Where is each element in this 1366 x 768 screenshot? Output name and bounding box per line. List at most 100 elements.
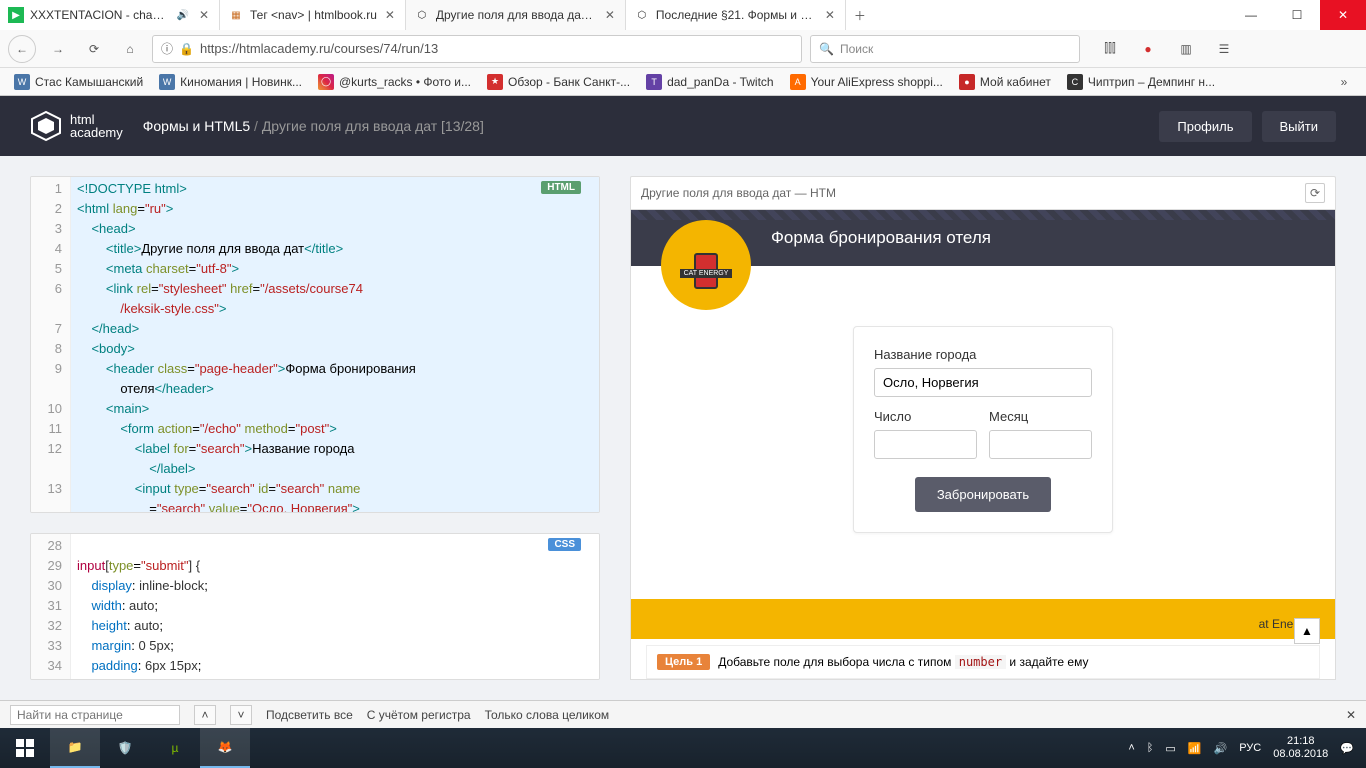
url-input[interactable]: [200, 41, 793, 56]
start-button[interactable]: [0, 728, 50, 768]
volume-icon[interactable]: 🔊: [1214, 742, 1228, 755]
bookmark-item[interactable]: ●Мой кабинет: [953, 71, 1057, 93]
refresh-icon[interactable]: ⟳: [1305, 183, 1325, 203]
browser-tab[interactable]: ▶ XXXTENTACION - changes 🔊 ✕: [0, 0, 220, 30]
language-indicator[interactable]: РУС: [1239, 742, 1261, 754]
city-label: Название города: [874, 347, 1092, 362]
bookmark-item[interactable]: WКиномания | Новинк...: [153, 71, 308, 93]
bookmark-label: Your AliExpress shoppi...: [811, 75, 943, 89]
firefox-icon[interactable]: 🦊: [200, 728, 250, 768]
close-icon[interactable]: ✕: [823, 8, 837, 22]
code-content[interactable]: <!DOCTYPE html> <html lang="ru"> <head> …: [71, 177, 599, 512]
preview-form-header: Форма бронирования отеля CAT ENERGY: [631, 210, 1335, 266]
find-bar: ˄ ˅ Подсветить все С учётом регистра Тол…: [0, 700, 1366, 728]
bookmark-label: Чиптрип – Демпинг н...: [1088, 75, 1215, 89]
day-input[interactable]: [874, 430, 977, 459]
url-bar[interactable]: ⓘ 🔒: [152, 35, 802, 63]
bookmarks-bar: WСтас Камышанский WКиномания | Новинк...…: [0, 68, 1366, 96]
defender-icon[interactable]: 🛡️: [100, 728, 150, 768]
bookmark-label: Мой кабинет: [980, 75, 1051, 89]
adblock-icon[interactable]: ●: [1134, 35, 1162, 63]
bookmark-item[interactable]: CЧиптрип – Демпинг н...: [1061, 71, 1221, 93]
preview-header: Другие поля для ввода дат — HTM ⟳: [630, 176, 1336, 209]
search-icon: 🔍: [819, 42, 834, 56]
bookmark-item[interactable]: Tdad_panDa - Twitch: [640, 71, 780, 93]
search-bar[interactable]: 🔍 Поиск: [810, 35, 1080, 63]
close-icon[interactable]: ✕: [1346, 708, 1356, 722]
tray-chevron-icon[interactable]: ˄: [1128, 742, 1134, 754]
browser-tab[interactable]: ⬡ Другие поля для ввода дат — ✕: [406, 0, 626, 30]
html-badge: HTML: [541, 181, 581, 194]
page-content: htmlacademy Формы и HTML5 / Другие поля …: [0, 96, 1366, 700]
sidebar-icon[interactable]: ▥: [1172, 35, 1200, 63]
highlight-all[interactable]: Подсветить все: [266, 708, 353, 722]
breadcrumb-main[interactable]: Формы и HTML5: [143, 118, 250, 134]
code-content[interactable]: input[type="submit"] { display: inline-b…: [71, 534, 599, 679]
home-button[interactable]: ⌂: [116, 35, 144, 63]
scroll-top-button[interactable]: ▲: [1294, 618, 1320, 644]
goal-text: Добавьте поле для выбора числа с типом n…: [718, 655, 1088, 669]
maximize-button[interactable]: ☐: [1274, 0, 1320, 30]
browser-tab[interactable]: ▦ Тег <nav> | htmlbook.ru ✕: [220, 0, 406, 30]
css-badge: CSS: [548, 538, 581, 551]
reload-button[interactable]: ⟳: [80, 35, 108, 63]
new-tab-button[interactable]: ＋: [846, 0, 874, 30]
utorrent-icon[interactable]: µ: [150, 728, 200, 768]
preview-footer-strip: [631, 599, 1335, 639]
bookmark-item[interactable]: WСтас Камышанский: [8, 71, 149, 93]
clock[interactable]: 21:18 08.08.2018: [1273, 735, 1328, 761]
month-input[interactable]: [989, 430, 1092, 459]
bookmark-item[interactable]: ★Обзор - Банк Санкт-...: [481, 71, 636, 93]
submit-button[interactable]: Забронировать: [915, 477, 1051, 512]
play-icon: ▶: [8, 7, 24, 23]
overflow-icon[interactable]: »: [1330, 68, 1358, 96]
back-button[interactable]: ←: [8, 35, 36, 63]
bookmark-label: Киномания | Новинк...: [180, 75, 302, 89]
notifications-icon[interactable]: 💬: [1340, 742, 1354, 755]
library-icon[interactable]: ⫿⫿⫿: [1096, 35, 1124, 63]
whole-words[interactable]: Только слова целиком: [485, 708, 610, 722]
audio-icon[interactable]: 🔊: [175, 7, 191, 23]
close-icon[interactable]: ✕: [383, 8, 397, 22]
day-label: Число: [874, 409, 977, 424]
css-editor[interactable]: CSS 28293031323334 input[type="submit"] …: [30, 533, 600, 680]
breadcrumb: Формы и HTML5 / Другие поля для ввода да…: [143, 118, 484, 134]
find-input[interactable]: [10, 705, 180, 725]
tab-title: Тег <nav> | htmlbook.ru: [250, 8, 377, 22]
forward-button[interactable]: →: [44, 35, 72, 63]
preview-pane: Форма бронирования отеля CAT ENERGY Назв…: [630, 209, 1336, 680]
match-case[interactable]: С учётом регистра: [367, 708, 471, 722]
find-next-button[interactable]: ˅: [230, 705, 252, 725]
close-button[interactable]: ✕: [1320, 0, 1366, 30]
battery-icon[interactable]: ▭: [1165, 742, 1175, 755]
browser-toolbar: ← → ⟳ ⌂ ⓘ 🔒 🔍 Поиск ⫿⫿⫿ ● ▥ ☰: [0, 30, 1366, 68]
goal-badge: Цель 1: [657, 654, 710, 670]
line-gutter: 1234567891011121314: [31, 177, 71, 512]
system-tray: ˄ ᛒ ▭ 📶 🔊 РУС 21:18 08.08.2018 💬: [1116, 735, 1366, 761]
menu-icon[interactable]: ☰: [1210, 35, 1238, 63]
browser-tab[interactable]: ⬡ Последние §21. Формы и HTM ✕: [626, 0, 846, 30]
find-prev-button[interactable]: ˄: [194, 705, 216, 725]
bookmark-label: Стас Камышанский: [35, 75, 143, 89]
logout-button[interactable]: Выйти: [1262, 111, 1337, 142]
info-icon[interactable]: ⓘ: [161, 40, 173, 57]
tab-title: XXXTENTACION - changes: [30, 8, 169, 22]
html-editor[interactable]: HTML 1234567891011121314 <!DOCTYPE html>…: [30, 176, 600, 513]
breadcrumb-sub: Другие поля для ввода дат [13/28]: [262, 118, 484, 134]
bluetooth-icon[interactable]: ᛒ: [1147, 742, 1154, 754]
close-icon[interactable]: ✕: [197, 8, 211, 22]
explorer-icon[interactable]: 📁: [50, 728, 100, 768]
site-logo[interactable]: htmlacademy: [30, 110, 123, 142]
close-icon[interactable]: ✕: [603, 8, 617, 22]
workspace: HTML 1234567891011121314 <!DOCTYPE html>…: [0, 156, 1366, 700]
profile-button[interactable]: Профиль: [1159, 111, 1251, 142]
minimize-button[interactable]: —: [1228, 0, 1274, 30]
bookmark-item[interactable]: ◯@kurts_racks • Фото и...: [312, 71, 477, 93]
search-placeholder: Поиск: [840, 42, 873, 56]
city-input[interactable]: [874, 368, 1092, 397]
bookmark-item[interactable]: AYour AliExpress shoppi...: [784, 71, 949, 93]
taskbar: 📁 🛡️ µ 🦊 ˄ ᛒ ▭ 📶 🔊 РУС 21:18 08.08.2018 …: [0, 728, 1366, 768]
site-header: htmlacademy Формы и HTML5 / Другие поля …: [0, 96, 1366, 156]
window-controls: — ☐ ✕: [1228, 0, 1366, 30]
wifi-icon[interactable]: 📶: [1188, 742, 1202, 755]
